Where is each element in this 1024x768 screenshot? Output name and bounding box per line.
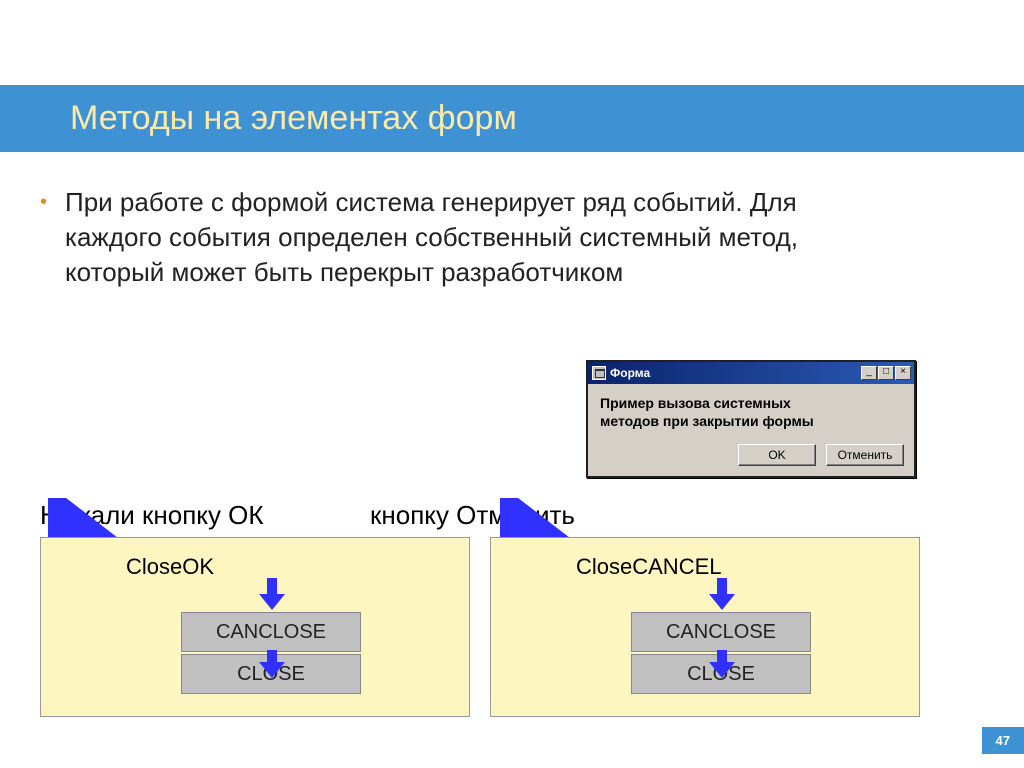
flow-panel-cancel: CloseCANCEL CANCLOSE CLOSE	[490, 537, 920, 717]
dialog-body: Пример вызова системных методов при закр…	[588, 384, 914, 438]
slide-title: Методы на элементах форм	[70, 99, 517, 138]
dialog-message-line1: Пример вызова системных	[600, 394, 902, 412]
dialog-message-line2: методов при закрытии формы	[600, 412, 902, 430]
slide-container: Методы на элементах форм • При работе с …	[0, 0, 1024, 768]
label-pressed-cancel: кнопку Отменить	[370, 500, 575, 531]
bullet-dot-icon: •	[40, 191, 47, 290]
flow-cancel-entry: CloseCANCEL	[491, 538, 919, 588]
dialog-titlebar[interactable]: Форма _ □ ×	[588, 362, 914, 384]
bullet-block: • При работе с формой система генерирует…	[40, 185, 800, 290]
sample-dialog: Форма _ □ × Пример вызова системных мето…	[586, 360, 916, 478]
flow-panel-ok: CloseOK CANCLOSE CLOSE	[40, 537, 470, 717]
dialog-title: Форма	[610, 366, 861, 380]
flow-ok-entry: CloseOK	[41, 538, 469, 588]
page-number: 47	[982, 727, 1024, 754]
flow-cancel-canclose: CANCLOSE	[631, 612, 811, 652]
minimize-icon[interactable]: _	[861, 366, 877, 380]
flow-ok-canclose: CANCLOSE	[181, 612, 361, 652]
dialog-button-row: OK Отменить	[588, 438, 914, 476]
cancel-button[interactable]: Отменить	[826, 444, 904, 466]
ok-button[interactable]: OK	[738, 444, 816, 466]
window-buttons: _ □ ×	[861, 366, 911, 380]
title-bar: Методы на элементах форм	[0, 85, 1024, 152]
close-icon[interactable]: ×	[895, 366, 911, 380]
maximize-icon[interactable]: □	[878, 366, 894, 380]
window-icon	[592, 366, 606, 380]
bullet-text: При работе с формой система генерирует р…	[65, 185, 800, 290]
flow-cancel-close: CLOSE	[631, 654, 811, 694]
label-pressed-ok: Нажали кнопку ОК	[40, 500, 264, 531]
flow-ok-close: CLOSE	[181, 654, 361, 694]
